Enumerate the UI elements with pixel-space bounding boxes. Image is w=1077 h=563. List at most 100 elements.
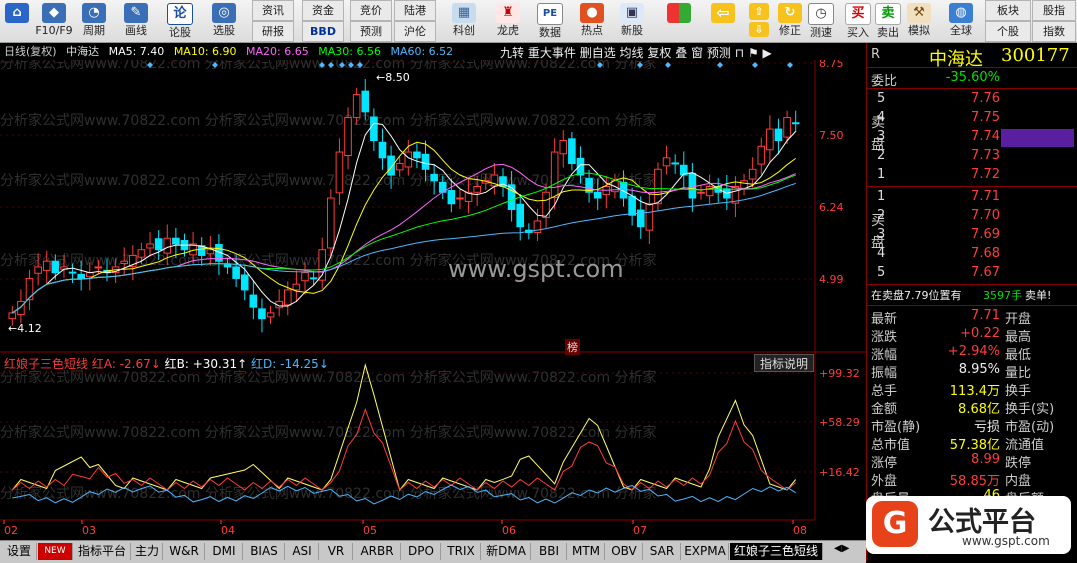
speed-test-button[interactable]: ◷ 测速: [806, 0, 836, 42]
buy-row-5: 5 7.67: [867, 265, 1077, 283]
f10-button[interactable]: ◆ F10/F9: [34, 0, 74, 42]
price-tick: 4.99: [819, 273, 844, 286]
up-arrow-icon: ↑: [237, 357, 248, 371]
home-button[interactable]: ⌂: [2, 0, 32, 42]
select-icon: ◎: [212, 3, 236, 23]
buy-level: 4: [877, 246, 886, 261]
candle-body: [645, 203, 654, 231]
candle-body: [258, 308, 266, 320]
tab-9[interactable]: ARBR: [354, 543, 401, 560]
hk-connect-button[interactable]: 陆港: [394, 0, 436, 21]
sector-button[interactable]: 板块: [985, 0, 1031, 21]
play-icon[interactable]: ▶: [763, 46, 772, 60]
candle-body: [223, 264, 232, 268]
menu-forecast[interactable]: 预测: [707, 46, 731, 60]
dragon-tiger-button[interactable]: ♜ 龙虎: [490, 0, 526, 42]
stat-label: 总手: [871, 384, 898, 399]
sell-button[interactable]: 卖卖出: [874, 0, 902, 42]
candle-body: [559, 140, 568, 155]
stat-value: 8.99: [971, 452, 1000, 467]
high-marker: ←8.50: [376, 71, 410, 84]
tab-11[interactable]: TRIX: [442, 543, 481, 560]
tab-3[interactable]: 主力: [132, 543, 163, 560]
tab-2[interactable]: 指标平台: [74, 543, 131, 560]
forecast-button[interactable]: 预测: [350, 21, 392, 42]
stat-row: 市盈(静) 亏损 市盈(动): [867, 416, 1077, 435]
candle-body: [550, 151, 559, 198]
menu-nine-turn[interactable]: 九转: [500, 46, 524, 60]
stock-select-button[interactable]: ◎ 选股: [204, 0, 244, 42]
new-stock-button[interactable]: ▣ 新股: [614, 0, 650, 42]
tab-6[interactable]: BIAS: [244, 543, 285, 560]
back-button[interactable]: ⇦: [708, 0, 738, 42]
refresh-button[interactable]: ↻ 修正: [776, 0, 804, 42]
candle-body: [395, 163, 404, 171]
tab-13[interactable]: BBI: [532, 543, 567, 560]
quote-title: R 中海达 300177: [867, 45, 1077, 70]
lock-icon[interactable]: ⊓: [735, 46, 744, 60]
menu-ma[interactable]: 均线: [620, 46, 644, 60]
tab-1[interactable]: NEW: [38, 543, 73, 560]
star-market-button[interactable]: ▦ 科创: [446, 0, 482, 42]
stocks-button[interactable]: 个股: [985, 21, 1031, 42]
candle-body: [671, 162, 679, 165]
ma30-text: MA30: 6.56: [318, 45, 381, 58]
buy-price: 7.68: [971, 246, 1000, 261]
tab-14[interactable]: MTM: [568, 543, 605, 560]
tab-scroll[interactable]: ◀▶: [834, 543, 864, 559]
bbd-button[interactable]: BBD: [302, 21, 344, 42]
discuss-button[interactable]: 论论股: [160, 0, 200, 42]
toolbar: ⌂ ◆ F10/F9 ◔ 周期 ✎ 画线 论论股 ◎ 选股 资讯 资金 竞价 陆港 研报…: [0, 0, 1077, 43]
price-tick: 7.50: [819, 129, 844, 142]
menu-adjust[interactable]: 复权: [647, 46, 671, 60]
layout-button[interactable]: [664, 0, 694, 42]
stat-row: 涨幅 +2.94% 最低: [867, 344, 1077, 363]
indicator-name[interactable]: 红娘子三色短线: [4, 357, 88, 371]
tab-5[interactable]: DMI: [206, 543, 243, 560]
quote-stock-name: 中海达: [929, 49, 983, 70]
candle-body: [77, 273, 85, 279]
flag-icon[interactable]: ⚑: [748, 46, 759, 60]
buy-button[interactable]: 买买入: [844, 0, 872, 42]
menu-events[interactable]: 重大事件: [528, 46, 576, 60]
stat-row: 涨跌 +0.22 最高: [867, 326, 1077, 345]
candle-body: [662, 157, 671, 167]
candle-body: [25, 277, 34, 301]
up-down-button[interactable]: ⇧ ⇩: [746, 0, 772, 42]
tab-7[interactable]: ASI: [286, 543, 319, 560]
tab-0[interactable]: 设置: [2, 543, 37, 560]
sh-london-button[interactable]: 沪伦: [394, 21, 436, 42]
sell-level: 2: [877, 148, 886, 163]
tab-12[interactable]: 新DMA: [482, 543, 531, 560]
volume-bar: [1001, 129, 1074, 147]
hotspot-button[interactable]: ● 热点: [574, 0, 610, 42]
tab-8[interactable]: VR: [320, 543, 353, 560]
tab-10[interactable]: DPO: [402, 543, 441, 560]
period-button[interactable]: ◔ 周期: [76, 0, 112, 42]
tab-17[interactable]: EXPMA: [682, 543, 729, 560]
news-button[interactable]: 资讯: [252, 0, 294, 21]
tab-4[interactable]: W&R: [164, 543, 205, 560]
index-futures-button[interactable]: 股指: [1032, 0, 1076, 21]
ma10-line: [12, 141, 796, 314]
stat-label-right: 市盈(动): [1005, 420, 1055, 435]
menu-remove-fav[interactable]: 删自选: [580, 46, 616, 60]
menu-window[interactable]: 窗: [691, 46, 703, 60]
draw-line-button[interactable]: ✎ 画线: [118, 0, 154, 42]
data-button[interactable]: PE 数据: [532, 0, 568, 42]
sell-price: 7.75: [971, 110, 1000, 125]
indicator-help-button[interactable]: 指标说明: [754, 354, 814, 372]
tab-15[interactable]: OBV: [606, 543, 643, 560]
arrow-up-icon: ⇧: [749, 3, 769, 20]
indices-button[interactable]: 指数: [1032, 21, 1076, 42]
global-button[interactable]: ◍ 全球: [944, 0, 978, 42]
stat-label-right: 最高: [1005, 330, 1032, 345]
menu-overlay[interactable]: 叠: [675, 46, 687, 60]
simulate-button[interactable]: ⚒ 模拟: [904, 0, 934, 42]
auction-button[interactable]: 竞价: [350, 0, 392, 21]
tab-16[interactable]: SAR: [644, 543, 681, 560]
research-button[interactable]: 研报: [252, 21, 294, 42]
candle-body: [413, 151, 421, 159]
capital-button[interactable]: 资金: [302, 0, 344, 21]
tab-18[interactable]: 红娘子三色短线: [730, 543, 823, 560]
